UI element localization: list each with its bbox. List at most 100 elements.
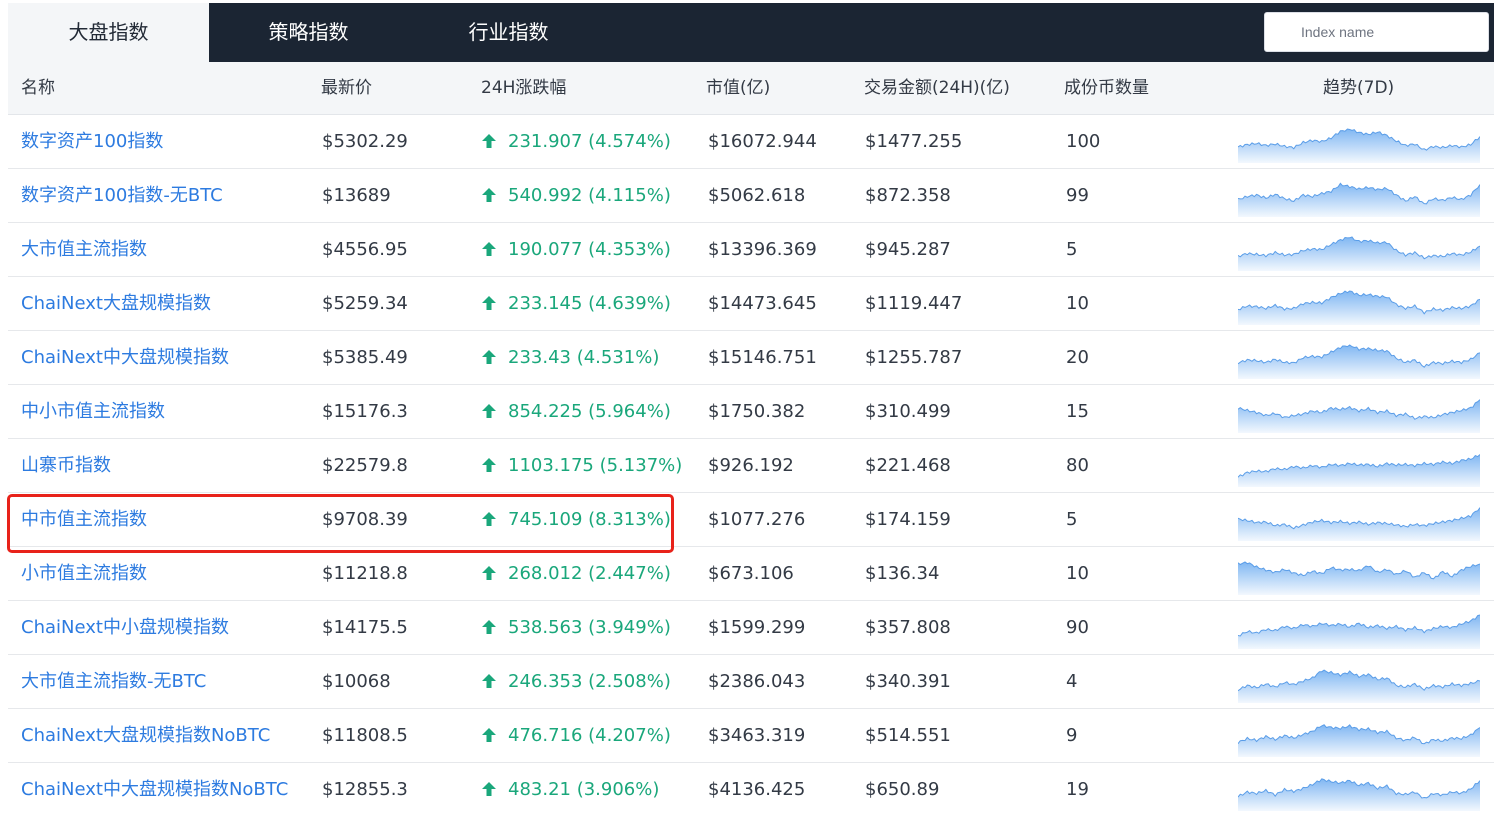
- table-row[interactable]: 中市值主流指数 $9708.39 745.109 (8.313%) $1077.276…: [8, 493, 1494, 547]
- sparkline-chart: [1238, 724, 1480, 757]
- index-name-link[interactable]: 中小市值主流指数: [21, 385, 165, 439]
- sparkline-area: [1238, 615, 1480, 649]
- latest-price: $10068: [322, 671, 391, 692]
- table-row[interactable]: 数字资产100指数-无BTC $13689 540.992 (4.115%) $506…: [8, 169, 1494, 223]
- change-24h: 854.225 (5.964%): [482, 385, 671, 439]
- latest-price: $15176.3: [322, 401, 408, 422]
- latest-price: $22579.8: [322, 455, 408, 476]
- arrow-up-icon: [482, 566, 496, 580]
- change-value: 233.43 (4.531%): [508, 347, 660, 368]
- constituent-count: 90: [1066, 617, 1089, 638]
- change-24h: 233.43 (4.531%): [482, 331, 659, 385]
- change-value: 233.145 (4.639%): [508, 293, 671, 314]
- market-cap: $926.192: [708, 455, 794, 476]
- market-cap: $4136.425: [708, 779, 806, 800]
- change-value: 246.353 (2.508%): [508, 671, 671, 692]
- table-header: 名称 最新价 24H涨跌幅 市值(亿) 交易金额(24H)(亿) 成份币数量 趋…: [8, 62, 1494, 115]
- sparkline-chart: [1238, 669, 1480, 703]
- table-row[interactable]: 山寨币指数 $22579.8 1103.175 (5.137%) $926.192 $2…: [8, 439, 1494, 493]
- sparkline-chart: [1238, 399, 1480, 433]
- change-24h: 540.992 (4.115%): [482, 169, 671, 223]
- volume-24h: $221.468: [865, 455, 951, 476]
- volume-24h: $650.89: [865, 779, 940, 800]
- sparkline-area: [1238, 291, 1480, 325]
- market-cap: $16072.944: [708, 131, 817, 152]
- constituent-count: 5: [1066, 239, 1078, 260]
- latest-price: $12855.3: [322, 779, 408, 800]
- index-name-link[interactable]: ChaiNext大盘规模指数: [21, 277, 211, 331]
- column-header-volume: 交易金额(24H)(亿): [864, 78, 1010, 98]
- index-name-link[interactable]: 大市值主流指数-无BTC: [21, 655, 206, 709]
- column-header-price: 最新价: [321, 78, 372, 98]
- index-name-link[interactable]: ChaiNext中小盘规模指数: [21, 601, 229, 655]
- volume-24h: $1255.787: [865, 347, 963, 368]
- trend-sparkline: [1238, 555, 1480, 595]
- constituent-count: 19: [1066, 779, 1089, 800]
- table-row[interactable]: 大市值主流指数-无BTC $10068 246.353 (2.508%) $2386.…: [8, 655, 1494, 709]
- market-cap: $5062.618: [708, 185, 806, 206]
- market-cap: $1077.276: [708, 509, 806, 530]
- change-24h: 246.353 (2.508%): [482, 655, 671, 709]
- index-name-link[interactable]: 中市值主流指数: [21, 493, 147, 547]
- constituent-count: 100: [1066, 131, 1101, 152]
- change-value: 476.716 (4.207%): [508, 725, 671, 746]
- market-cap: $2386.043: [708, 671, 806, 692]
- constituent-count: 5: [1066, 509, 1078, 530]
- market-cap: $1599.299: [708, 617, 806, 638]
- market-cap: $15146.751: [708, 347, 817, 368]
- arrow-up-icon: [482, 242, 496, 256]
- index-name-link[interactable]: 小市值主流指数: [21, 547, 147, 601]
- arrow-up-icon: [482, 674, 496, 688]
- constituent-count: 9: [1066, 725, 1078, 746]
- search-input[interactable]: [1265, 13, 1488, 51]
- volume-24h: $174.159: [865, 509, 951, 530]
- search-box: [1264, 12, 1489, 52]
- market-cap: $13396.369: [708, 239, 817, 260]
- latest-price: $11808.5: [322, 725, 408, 746]
- header-bar: 大盘指数 策略指数 行业指数: [8, 3, 1494, 62]
- index-name-link[interactable]: 山寨币指数: [21, 439, 111, 493]
- trend-sparkline: [1238, 177, 1480, 217]
- index-name-link[interactable]: ChaiNext中大盘规模指数NoBTC: [21, 763, 288, 813]
- sparkline-area: [1238, 399, 1480, 433]
- table-row[interactable]: 数字资产100指数 $5302.29 231.907 (4.574%) $16072.…: [8, 115, 1494, 169]
- trend-sparkline: [1238, 663, 1480, 703]
- trend-sparkline: [1238, 123, 1480, 163]
- index-name-link[interactable]: ChaiNext中大盘规模指数: [21, 331, 229, 385]
- table-row[interactable]: 小市值主流指数 $11218.8 268.012 (2.447%) $673.106 $…: [8, 547, 1494, 601]
- arrow-up-icon: [482, 134, 496, 148]
- table-row[interactable]: ChaiNext中小盘规模指数 $14175.5 538.563 (3.949%) $…: [8, 601, 1494, 655]
- latest-price: $14175.5: [322, 617, 408, 638]
- column-header-change: 24H涨跌幅: [481, 78, 567, 98]
- column-header-constituents: 成份币数量: [1064, 78, 1149, 98]
- trend-sparkline: [1238, 717, 1480, 757]
- sparkline-chart: [1238, 778, 1480, 811]
- sparkline-area: [1238, 507, 1480, 541]
- index-name-link[interactable]: ChaiNext大盘规模指数NoBTC: [21, 709, 270, 763]
- tab-industry-index[interactable]: 行业指数: [408, 3, 609, 62]
- sparkline-area: [1238, 454, 1480, 487]
- sparkline-chart: [1238, 128, 1480, 163]
- table-row[interactable]: ChaiNext中大盘规模指数 $5385.49 233.43 (4.531%) $1…: [8, 331, 1494, 385]
- arrow-up-icon: [482, 620, 496, 634]
- index-name-link[interactable]: 大市值主流指数: [21, 223, 147, 277]
- index-name-link[interactable]: 数字资产100指数: [21, 115, 163, 169]
- change-value: 190.077 (4.353%): [508, 239, 671, 260]
- change-24h: 1103.175 (5.137%): [482, 439, 682, 493]
- trend-sparkline: [1238, 609, 1480, 649]
- constituent-count: 15: [1066, 401, 1089, 422]
- index-name-link[interactable]: 数字资产100指数-无BTC: [21, 169, 223, 223]
- sparkline-chart: [1238, 236, 1480, 271]
- arrow-up-icon: [482, 512, 496, 526]
- tab-large-cap-index[interactable]: 大盘指数: [8, 3, 209, 62]
- table-row[interactable]: 中小市值主流指数 $15176.3 854.225 (5.964%) $1750.38…: [8, 385, 1494, 439]
- tab-strategy-index[interactable]: 策略指数: [208, 3, 409, 62]
- change-value: 538.563 (3.949%): [508, 617, 671, 638]
- table-row[interactable]: ChaiNext大盘规模指数NoBTC $11808.5 476.716 (4.20…: [8, 709, 1494, 763]
- table-row[interactable]: ChaiNext中大盘规模指数NoBTC $12855.3 483.21 (3.90…: [8, 763, 1494, 813]
- table-row[interactable]: ChaiNext大盘规模指数 $5259.34 233.145 (4.639%) $1…: [8, 277, 1494, 331]
- change-24h: 538.563 (3.949%): [482, 601, 671, 655]
- sparkline-chart: [1238, 182, 1480, 217]
- table-row[interactable]: 大市值主流指数 $4556.95 190.077 (4.353%) $13396.36…: [8, 223, 1494, 277]
- volume-24h: $357.808: [865, 617, 951, 638]
